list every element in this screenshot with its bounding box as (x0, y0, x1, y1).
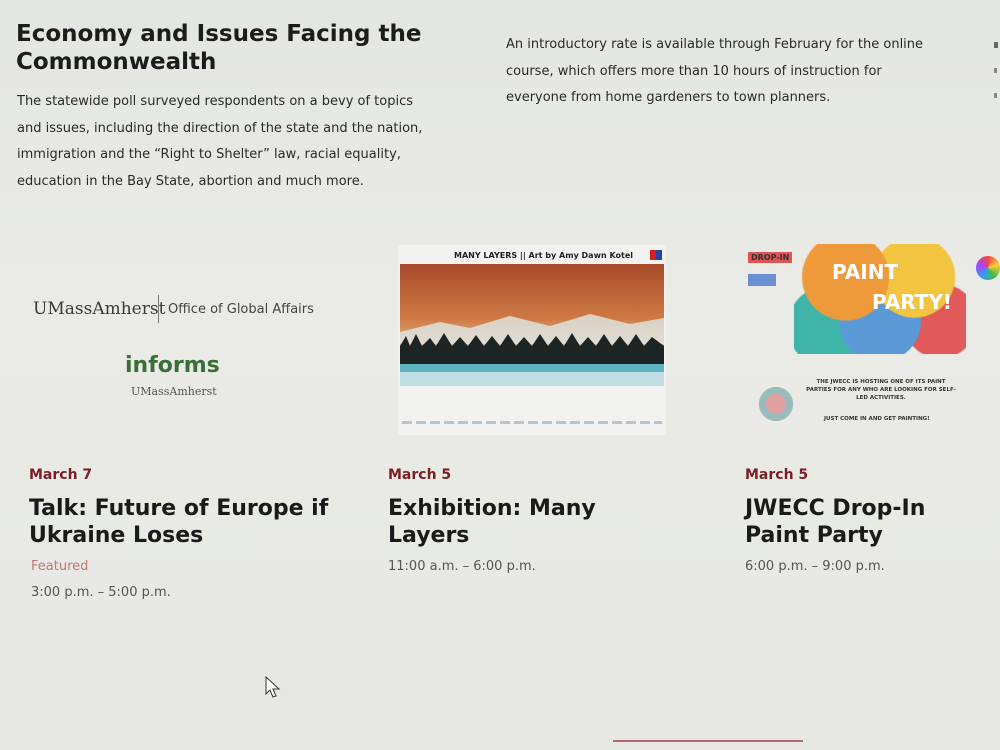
news-text-1: The statewide poll surveyed respondents … (17, 94, 423, 189)
event-image-1[interactable]: UMassAmherst Office of Global Affairs in… (25, 245, 365, 435)
event-date-3: March 5 (745, 467, 809, 483)
event-time-3: 6:00 p.m. – 9:00 p.m. (745, 559, 885, 574)
event-image-3[interactable]: DROP-IN PAINT PARTY! THE JWECC IS HOSTIN… (744, 238, 1000, 438)
event-date-2: March 5 (388, 467, 452, 483)
paint-word: PAINT (832, 260, 899, 284)
event-time-1: 3:00 p.m. – 5:00 p.m. (31, 585, 171, 600)
next-column-edge (990, 40, 1000, 110)
poster-note: THE JWECC IS HOSTING ONE OF ITS PAINT PA… (806, 379, 956, 401)
party-word: PARTY! (872, 290, 953, 314)
event-title-1[interactable]: Talk: Future of Europe if Ukraine Loses (29, 495, 349, 549)
event-image-2[interactable]: MANY LAYERS || Art by Amy Dawn Kotel (398, 245, 666, 435)
bottom-divider (613, 740, 803, 742)
poster-header: MANY LAYERS || Art by Amy Dawn Kotel (454, 251, 633, 260)
featured-label: Featured (31, 559, 89, 574)
event-date-1: March 7 (29, 467, 93, 483)
informs-sub: UMassAmherst (131, 385, 217, 398)
umass-logo: UMassAmherst (33, 299, 166, 319)
painting-image (400, 264, 664, 386)
poster-footer-text (402, 421, 662, 424)
news-text-2: An introductory rate is available throug… (506, 37, 924, 105)
paint-cup-image (756, 384, 796, 424)
news-title-1-partial[interactable]: ... (16, 0, 416, 4)
office-label: Office of Global Affairs (168, 302, 314, 317)
news-title-2-partial[interactable]: ... (508, 0, 808, 4)
poster-come: JUST COME IN AND GET PAINTING! (824, 416, 930, 422)
org-logo-icon (748, 274, 776, 286)
news-title-1[interactable]: Economy and Issues Facing the Commonweal… (16, 20, 436, 76)
logo-divider (158, 295, 159, 323)
poster-badge-icon (650, 250, 662, 260)
mouse-cursor-icon (265, 676, 281, 698)
event-title-3[interactable]: JWECC Drop-In Paint Party (745, 495, 995, 549)
dropin-tag: DROP-IN (748, 252, 793, 263)
informs-logo: informs (125, 353, 220, 378)
event-title-2[interactable]: Exhibition: Many Layers (388, 495, 668, 549)
event-time-2: 11:00 a.m. – 6:00 p.m. (388, 559, 536, 574)
color-wheel-icon (976, 256, 1000, 280)
